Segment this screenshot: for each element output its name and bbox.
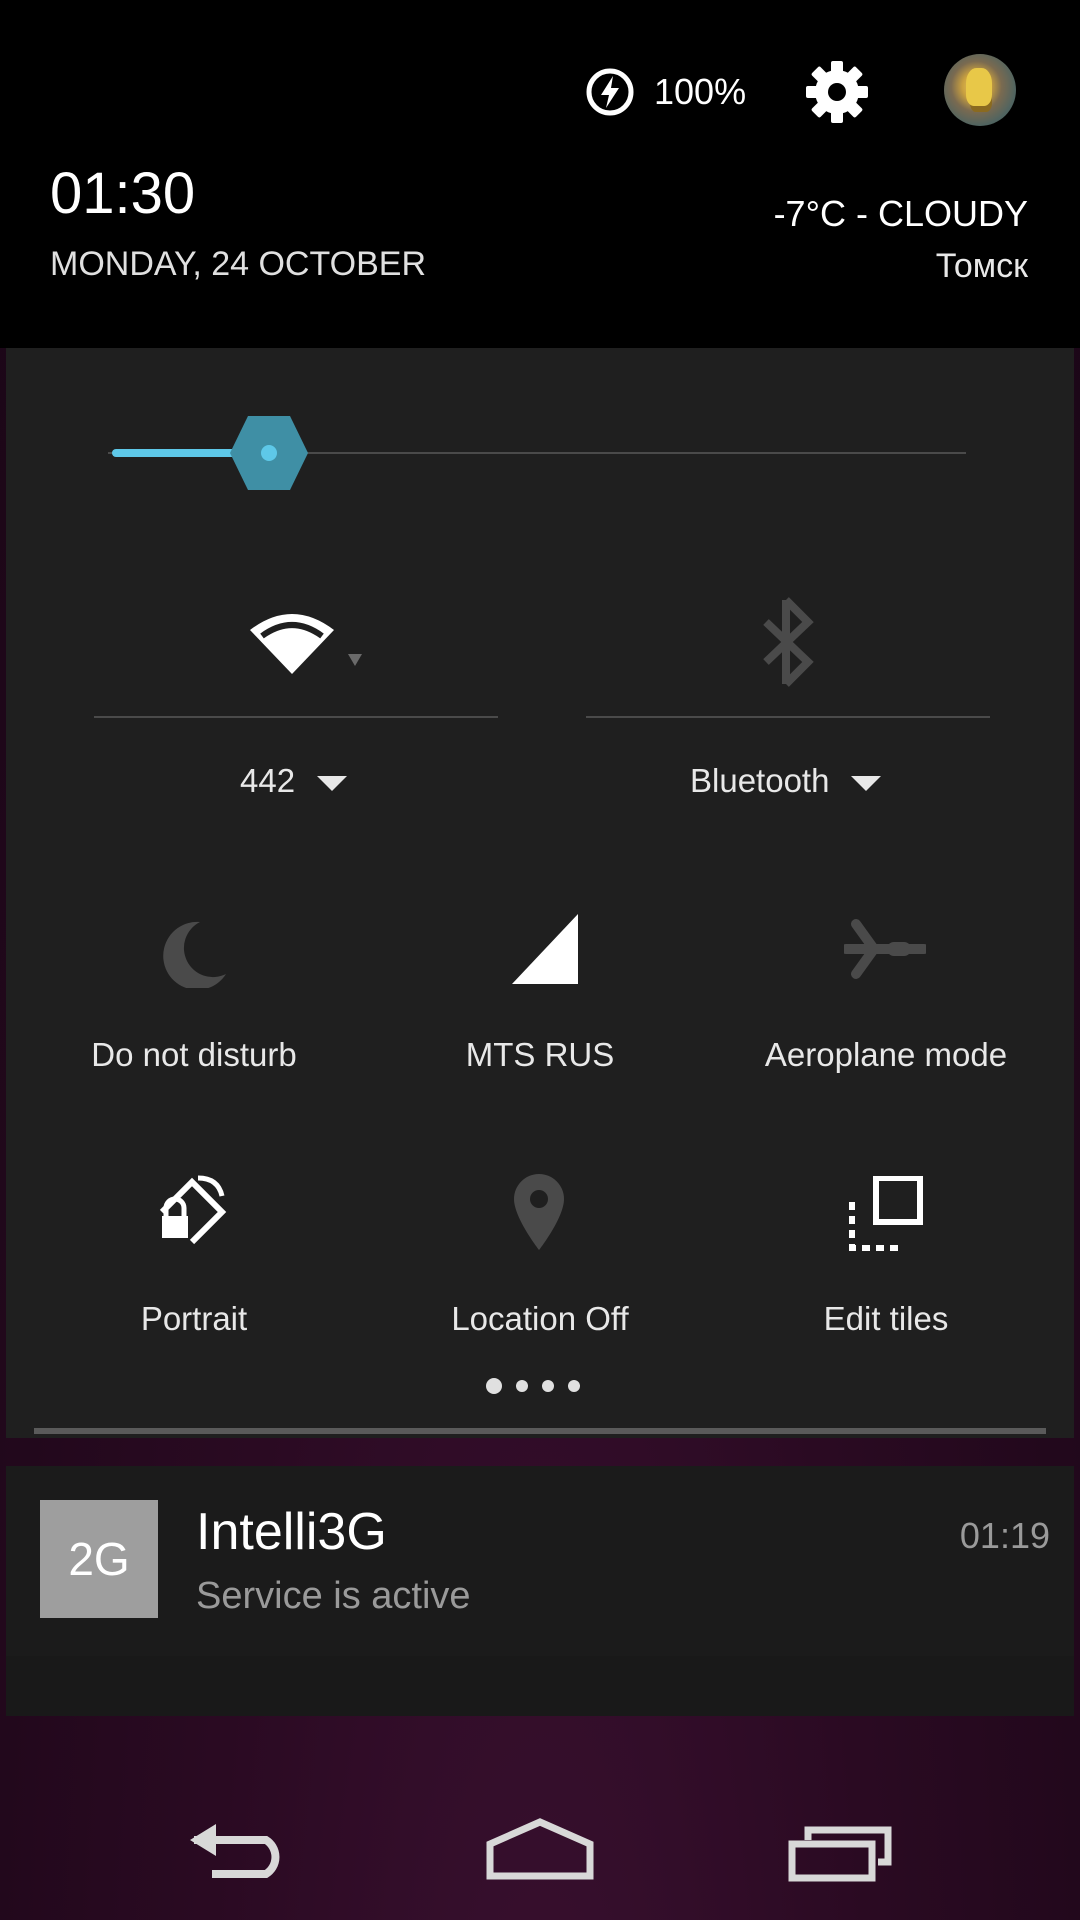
rotation-lock-icon[interactable] <box>152 1172 232 1252</box>
home-icon[interactable] <box>484 1818 596 1880</box>
bluetooth-label: Bluetooth <box>690 762 830 799</box>
tile-aeroplane-mode[interactable]: Aeroplane mode <box>706 1030 1066 1080</box>
tile-location-off[interactable]: Location Off <box>360 1294 720 1344</box>
tile-do-not-disturb[interactable]: Do not disturb <box>14 1030 374 1080</box>
gear-icon[interactable] <box>804 59 870 125</box>
moon-icon[interactable] <box>152 920 228 988</box>
notification-text: Service is active <box>196 1575 471 1617</box>
bluetooth-icon[interactable] <box>758 596 814 688</box>
tile-portrait[interactable]: Portrait <box>14 1294 374 1344</box>
cell-signal-icon[interactable] <box>512 914 578 984</box>
clock[interactable]: 01:30 <box>50 160 195 228</box>
notification-app-icon: 2G <box>40 1500 158 1618</box>
quick-settings-panel <box>6 348 1074 1438</box>
back-icon[interactable] <box>186 1820 290 1882</box>
notification-time: 01:19 <box>959 1515 1050 1556</box>
date-label[interactable]: MONDAY, 24 OCTOBER <box>50 240 426 288</box>
bluetooth-dropdown[interactable]: Bluetooth <box>690 756 882 806</box>
page-dot[interactable] <box>516 1380 528 1392</box>
location-pin-icon[interactable] <box>512 1172 566 1252</box>
wifi-icon[interactable] <box>246 606 366 686</box>
panel-drag-handle[interactable] <box>34 1428 1046 1434</box>
chevron-down-icon <box>317 775 348 791</box>
bluetooth-divider <box>586 716 990 718</box>
wifi-divider <box>94 716 498 718</box>
weather-condition[interactable]: -7°C - CLOUDY <box>774 190 1028 238</box>
notification-title: Intelli3G <box>196 1503 387 1561</box>
recent-apps-icon[interactable] <box>788 1826 892 1882</box>
edit-tiles-icon[interactable] <box>848 1176 924 1252</box>
page-dot[interactable] <box>542 1380 554 1392</box>
battery-charging-icon <box>586 68 634 116</box>
user-avatar[interactable] <box>944 54 1016 126</box>
wifi-network-dropdown[interactable]: 442 <box>240 756 348 806</box>
battery-percentage: 100% <box>654 71 747 112</box>
status-header: 100% 01:30 MONDAY, 24 OCTOBER -7°C - CLO… <box>0 0 1080 348</box>
weather-city[interactable]: Томск <box>936 242 1028 290</box>
airplane-icon[interactable] <box>844 918 926 980</box>
brightness-slider-thumb[interactable] <box>228 414 310 492</box>
page-dot[interactable] <box>568 1380 580 1392</box>
tile-edit-tiles[interactable]: Edit tiles <box>706 1294 1066 1344</box>
tile-mts-rus[interactable]: MTS RUS <box>360 1030 720 1080</box>
page-dot-active[interactable] <box>486 1378 502 1394</box>
wifi-network-label: 442 <box>240 762 296 799</box>
chevron-down-icon <box>851 775 882 791</box>
notification-footer <box>6 1656 1074 1716</box>
